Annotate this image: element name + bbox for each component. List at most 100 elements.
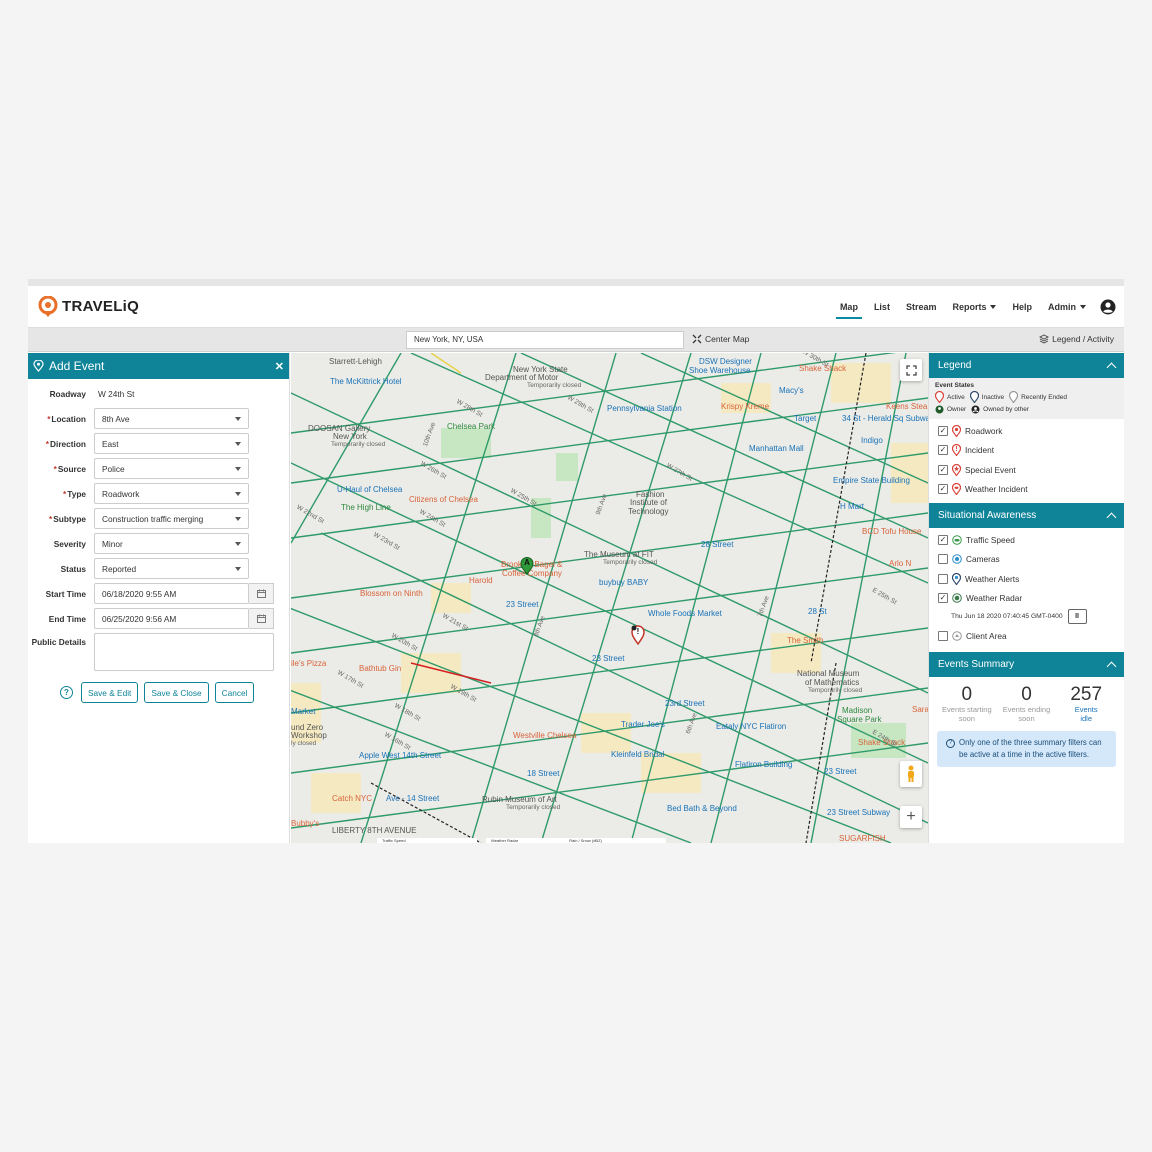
checkbox-unchecked[interactable] (938, 630, 948, 641)
chevron-up-icon[interactable] (1106, 362, 1117, 373)
status-select[interactable]: Reported (94, 558, 249, 579)
weather-alerts-label: Weather Alerts (965, 573, 1020, 584)
pause-radar-button[interactable]: II (1067, 608, 1087, 624)
map-label: 23 Street (592, 654, 625, 663)
required-marker: * (49, 513, 53, 524)
layer-traffic-speed[interactable]: ✓ Traffic Speed (929, 530, 1124, 550)
nav-admin[interactable]: Admin (1040, 286, 1094, 327)
public-details-row: Public Details (28, 631, 289, 671)
traffic-speed-icon (952, 534, 962, 545)
legend-activity-toggle[interactable]: Legend / Activity (1039, 334, 1114, 344)
map-canvas[interactable]: Starrett-Lehigh The McKittrick Hotel DOO… (291, 353, 928, 843)
save-close-button[interactable]: Save & Close (144, 682, 209, 703)
source-select[interactable]: Police (94, 458, 249, 479)
add-event-panel: Add Event ✕ Roadway W 24th St *Location … (28, 353, 290, 843)
app-window: TRAVELiQ Map List Stream Reports Help Ad… (28, 279, 1124, 843)
subtype-select[interactable]: Construction traffic merging (94, 508, 249, 529)
fullscreen-button[interactable] (900, 359, 922, 381)
events-ending-soon[interactable]: 0 Events ending soon (997, 684, 1057, 723)
severity-select[interactable]: Minor (94, 533, 249, 554)
events-idle-count: 257 (1070, 683, 1103, 705)
public-details-textarea[interactable] (94, 633, 274, 671)
map-label: Indigo (861, 436, 883, 445)
chevron-down-icon (235, 516, 241, 521)
checkbox-checked[interactable]: ✓ (938, 593, 948, 604)
chevron-down-icon (235, 566, 241, 571)
events-summary-header[interactable]: Events Summary (929, 651, 1124, 677)
events-idle[interactable]: 257 Events idle (1056, 683, 1116, 723)
type-select[interactable]: Roadwork (94, 483, 249, 504)
legend-header[interactable]: Legend (929, 353, 1124, 378)
map-label: of Mathematics (805, 678, 860, 687)
map-label: 23 Street (506, 600, 539, 609)
map-label: 18 Street (527, 769, 560, 778)
legend-weather-incident[interactable]: ✓ Weather Incident (929, 480, 1124, 500)
nav-help[interactable]: Help (1004, 286, 1040, 327)
layer-client-area[interactable]: Client Area (929, 626, 1124, 646)
chevron-up-icon[interactable] (1106, 512, 1117, 523)
client-area-icon (952, 630, 962, 641)
layers-icon (1039, 334, 1050, 344)
checkbox-checked[interactable]: ✓ (938, 425, 948, 436)
calendar-icon[interactable] (249, 608, 274, 629)
nav-stream[interactable]: Stream (898, 286, 945, 327)
owned-by-other-item: Owned by other (971, 405, 1029, 414)
event-marker-new[interactable]: ! (631, 625, 645, 646)
map-label: Macy's (779, 386, 804, 395)
location-search-input[interactable]: New York, NY, USA (406, 331, 684, 349)
layer-weather-alerts[interactable]: Weather Alerts (929, 569, 1124, 589)
cancel-button[interactable]: Cancel (214, 682, 255, 703)
location-select[interactable]: 8th Ave (94, 408, 249, 429)
app-logo[interactable]: TRAVELiQ (38, 295, 139, 318)
checkbox-checked[interactable]: ✓ (938, 464, 948, 475)
nav-map[interactable]: Map (832, 286, 866, 327)
map-label: Temporarily closed (603, 559, 658, 566)
calendar-icon[interactable] (249, 583, 274, 604)
start-time-input[interactable]: 06/18/2020 9:55 AM (94, 583, 249, 604)
map-label: Workshop (291, 731, 327, 740)
close-icon[interactable]: ✕ (275, 360, 284, 373)
street-view-pegman[interactable] (900, 761, 922, 787)
question-icon: ? (946, 738, 955, 748)
summary-info-note: ? Only one of the three summary filters … (937, 730, 1116, 767)
checkbox-checked[interactable]: ✓ (938, 484, 948, 495)
legend-roadwork[interactable]: ✓ Roadwork (929, 421, 1124, 441)
layer-weather-radar[interactable]: ✓ Weather Radar (929, 589, 1124, 609)
situational-title: Situational Awareness (938, 510, 1037, 521)
checkbox-unchecked[interactable] (938, 554, 948, 565)
help-icon[interactable]: ? (60, 686, 73, 699)
radar-timestamp: Thu Jun 18 2020 07:40:45 GMT-0400 (951, 612, 1063, 620)
main-nav: Map List Stream Reports Help Admin (832, 286, 1124, 327)
event-marker-a[interactable]: A (520, 557, 534, 575)
nav-list[interactable]: List (866, 286, 898, 327)
summary-note-text: Only one of the three summary filters ca… (959, 737, 1102, 759)
save-edit-button[interactable]: Save & Edit (81, 682, 139, 703)
end-time-row: End Time 06/25/2020 9:56 AM (28, 606, 289, 631)
map-label: Eataly NYC Flatiron (716, 722, 787, 731)
direction-row: *Direction East (28, 431, 289, 456)
location-value: 8th Ave (102, 413, 130, 424)
status-value: Reported (102, 563, 137, 574)
legend-special-event[interactable]: ✓ Special Event (929, 460, 1124, 480)
map-label: Bathtub Gin (359, 664, 402, 673)
zoom-in-button[interactable]: + (900, 806, 922, 828)
chevron-up-icon[interactable] (1106, 661, 1117, 671)
situational-header[interactable]: Situational Awareness (929, 503, 1124, 528)
nav-reports[interactable]: Reports (944, 286, 1004, 327)
map-label: 28 St (808, 607, 827, 616)
rain-snow-label: Rain / Snow (dBZ) (569, 838, 602, 843)
checkbox-unchecked[interactable] (938, 573, 948, 584)
roadwork-icon (952, 424, 961, 437)
checkbox-checked[interactable]: ✓ (938, 445, 948, 456)
direction-select[interactable]: East (94, 433, 249, 454)
checkbox-checked[interactable]: ✓ (938, 534, 948, 545)
center-map-button[interactable]: Center Map (692, 334, 749, 344)
state-active: Active (935, 391, 965, 403)
layer-cameras[interactable]: Cameras (929, 550, 1124, 570)
events-starting-soon[interactable]: 0 Events starting soon (937, 684, 997, 723)
end-time-input[interactable]: 06/25/2020 9:56 AM (94, 608, 249, 629)
weather-incident-icon (952, 483, 961, 496)
user-account-icon[interactable] (1100, 299, 1116, 315)
legend-incident[interactable]: ✓ Incident (929, 441, 1124, 461)
event-states: Event States Active Inactive Recently En… (929, 378, 1124, 419)
